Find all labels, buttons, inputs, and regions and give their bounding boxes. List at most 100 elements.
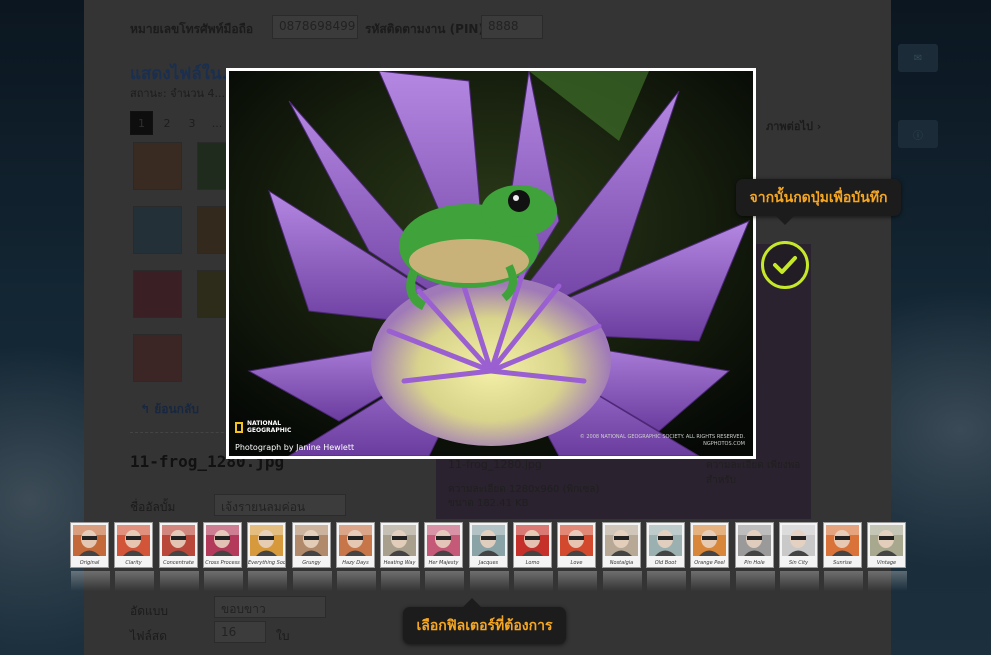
filter-label: Everything Soon [248, 560, 285, 566]
preview-file-size: ขนาด 182.41 KB [448, 498, 529, 509]
filter-label: Clarity [125, 560, 142, 566]
filter-preview-image [250, 525, 283, 556]
filter-label: Vintage [876, 560, 897, 566]
filter-reflection [736, 571, 775, 591]
filter-thumbnail[interactable]: Clarity [114, 522, 154, 591]
filter-preview-image [339, 525, 372, 556]
filter-reflection [691, 571, 730, 591]
filter-preview-image [782, 525, 815, 556]
filter-preview-image [738, 525, 771, 556]
preview-resolution: ความละเอียด 1280x960 (พิกเซล) [448, 484, 600, 495]
page-3-button[interactable]: 3 [181, 111, 203, 135]
filter-thumbnail[interactable]: Sin City [779, 522, 819, 591]
filter-reflection [115, 571, 154, 591]
preview-resolution-note: ความละเอียด เพียงพอสำหรับ [706, 460, 801, 486]
thumbnail-1[interactable] [133, 142, 182, 190]
back-link-label: ย้อนกลับ [154, 402, 199, 416]
filter-thumbnail[interactable]: Nostalgia [602, 522, 642, 591]
brand-line-2: GEOGRAPHIC [247, 427, 292, 434]
filter-thumbnail[interactable]: Old Boot [646, 522, 686, 591]
filter-thumbnail[interactable]: Hazy Days [336, 522, 376, 591]
filter-thumbnail[interactable]: Vintage [867, 522, 907, 591]
filter-reflection [248, 571, 287, 591]
frog-on-lotus-image [229, 71, 753, 456]
save-check-button[interactable] [761, 241, 809, 289]
filter-hint-tooltip: เลือกฟิลเตอร์ที่ต้องการ [403, 598, 566, 644]
filter-preview-image [826, 525, 859, 556]
filter-reflection [71, 571, 110, 591]
filter-thumbnail[interactable]: Cross Process [203, 522, 243, 591]
thumbnail-7[interactable] [133, 334, 182, 382]
quantity-input[interactable]: 16 [214, 621, 266, 643]
filter-thumbnail[interactable]: Her Majesty [424, 522, 464, 591]
filter-thumbnail[interactable]: Lomo [513, 522, 553, 591]
filter-thumbnail[interactable]: Everything Soon [247, 522, 287, 591]
filter-preview-image [117, 525, 150, 556]
filter-thumbnail[interactable]: Jacques [469, 522, 509, 591]
back-link[interactable]: ↰ ย้อนกลับ [140, 400, 199, 419]
filter-thumbnail[interactable]: Concentrate [159, 522, 199, 591]
page-subtitle: สถานะ: จำนวน 4... [130, 87, 226, 100]
filter-label: Sunrise [833, 560, 852, 566]
filter-reflection [558, 571, 597, 591]
filter-preview-image [693, 525, 726, 556]
album-input[interactable]: เจ้งรายนลมค่อน [214, 494, 346, 516]
filter-label: Orange Peel [694, 560, 725, 566]
filter-label: Nostalgia [609, 560, 634, 566]
filter-thumbnail[interactable]: Grungy [292, 522, 332, 591]
filter-label: Heating Way [383, 560, 416, 566]
filter-thumbnail[interactable]: Sunrise [823, 522, 863, 591]
page-2-button[interactable]: 2 [156, 111, 178, 135]
filter-reflection [868, 571, 907, 591]
photo-copyright: © 2008 NATIONAL GEOGRAPHIC SOCIETY. ALL … [579, 434, 745, 447]
filter-preview-image [206, 525, 239, 556]
filter-reflection [780, 571, 819, 591]
crop-label: อัดแบบ [130, 604, 168, 618]
filter-reflection [425, 571, 464, 591]
filter-label: Concentrate [163, 560, 194, 566]
phone-field[interactable]: 0878698499 [272, 15, 358, 39]
page-1-button[interactable]: 1 [130, 111, 153, 135]
filter-label: Grungy [302, 560, 321, 566]
filter-label: Pin Hole [744, 560, 765, 566]
filter-thumbnail[interactable]: Heating Way [380, 522, 420, 591]
filter-label: Lomo [525, 560, 540, 566]
crop-select[interactable]: ขอบขาว [214, 596, 326, 618]
save-hint-tooltip: จากนั้นกดปุ่มเพื่อบันทึก [736, 179, 901, 225]
filter-reflection [204, 571, 243, 591]
filter-label: Old Boot [654, 560, 677, 566]
filter-reflection [647, 571, 686, 591]
filter-preview-image [383, 525, 416, 556]
photo-credit: Photograph by Janine Hewlett [235, 443, 355, 452]
thumbnail-3[interactable] [133, 206, 182, 254]
quantity-unit: ใบ [276, 629, 290, 643]
back-arrow-icon: ↰ [140, 402, 155, 416]
filter-preview-image [472, 525, 505, 556]
yellow-frame-icon [235, 421, 243, 433]
page-ellipsis: ... [211, 116, 223, 130]
pin-field[interactable]: 8888 [481, 15, 543, 39]
filter-reflection [514, 571, 553, 591]
filter-thumbnail[interactable]: Original [70, 522, 110, 591]
filter-reflection [824, 571, 863, 591]
filter-reflection [470, 571, 509, 591]
filter-label: Love [570, 560, 583, 566]
filter-strip: Original Clarity Concentrate Cross Process E… [70, 522, 910, 591]
filter-thumbnail[interactable]: Love [557, 522, 597, 591]
filter-thumbnail[interactable]: Pin Hole [735, 522, 775, 591]
filter-reflection [293, 571, 332, 591]
filter-preview-image [162, 525, 195, 556]
filter-preview-image [870, 525, 903, 556]
filter-label: Cross Process [205, 560, 240, 566]
filter-preview-image [427, 525, 460, 556]
side-info-icon[interactable]: ⓘ [898, 120, 938, 148]
thumbnail-5[interactable] [133, 270, 182, 318]
next-page-link[interactable]: ภาพต่อไป › [766, 117, 821, 135]
phone-label: หมายเลขโทรศัพท์มือถือ [130, 22, 254, 36]
page-title: แสดงไฟล์ใน... [130, 64, 241, 84]
filter-thumbnail[interactable]: Orange Peel [690, 522, 730, 591]
side-share-icon[interactable]: ✉ [898, 44, 938, 72]
filter-preview-image [73, 525, 106, 556]
filter-label: Jacques [478, 560, 499, 566]
filter-label: Sin City [788, 560, 809, 566]
